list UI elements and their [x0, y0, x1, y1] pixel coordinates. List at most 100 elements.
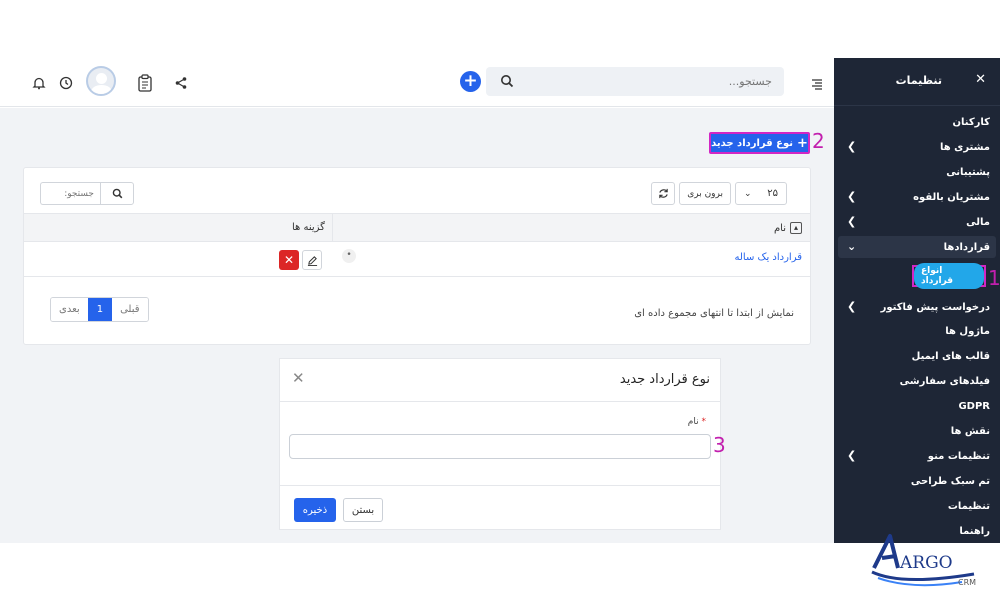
reload-button[interactable] [651, 182, 676, 205]
sidebar-item-label: مشتریان بالقوه [913, 191, 990, 203]
sidebar-item-label: قراردادها [943, 241, 990, 253]
modal-title: نوع قرارداد جدید [619, 372, 710, 387]
logo-text: ARGO [899, 553, 953, 573]
sidebar-item-gdpr[interactable]: GDPR [838, 395, 996, 417]
sidebar-item-modules[interactable]: ماژول ها [838, 320, 996, 342]
annotation-3: 3 [713, 433, 726, 457]
sidebar-item-label: تنظیمات منو [927, 450, 990, 462]
sidebar-item-contracts[interactable]: قراردادها ⌄ [838, 236, 996, 258]
sidebar-item-settings[interactable]: تنظیمات [838, 495, 996, 517]
divider [280, 485, 720, 486]
table-search-input[interactable] [40, 182, 100, 205]
table-toolbar: برون بری ⌄ ۲۵ [651, 182, 787, 205]
sidebar-subitem-label: انواع قرارداد [914, 263, 984, 289]
sidebar-item-label: GDPR [958, 400, 990, 412]
sidebar-item-label: نقش ها [950, 425, 990, 437]
global-search [486, 67, 784, 96]
sidebar-item-label: ماژول ها [945, 325, 990, 337]
table-search [40, 182, 134, 205]
row-name-link[interactable]: قرارداد یک ساله [734, 252, 802, 263]
logo-subtext: CRM [958, 578, 976, 587]
table-header: ▴ نام گزینه ها [24, 213, 810, 242]
sidebar-item-support[interactable]: پشتیبانی [838, 161, 996, 183]
name-field[interactable] [289, 434, 711, 459]
sidebar-item-custom-fields[interactable]: فیلدهای سفارشی [838, 370, 996, 392]
search-input[interactable] [486, 67, 784, 96]
annotation-1: 1 [988, 266, 1000, 290]
sidebar-item-label: تنظیمات [947, 500, 990, 512]
chevron-down-icon: ⌄ [847, 240, 857, 253]
chevron-right-icon: ❯ [847, 449, 857, 462]
avatar[interactable] [86, 66, 116, 96]
chevron-right-icon: ❯ [847, 190, 857, 203]
share-icon[interactable] [170, 72, 192, 94]
sidebar-item-label: فیلدهای سفارشی [899, 375, 990, 387]
table-search-button[interactable] [100, 182, 134, 205]
sidebar-item-label: درخواست پیش فاکتور [880, 301, 990, 313]
settings-sidebar: ✕ تنظیمات کارکنان مشتری ها ❯ پشتیبانی مشت… [834, 58, 1000, 543]
chevron-right-icon: ❯ [847, 140, 857, 153]
search-icon [112, 188, 122, 199]
edit-button[interactable] [302, 250, 322, 270]
contract-types-table-card: برون بری ⌄ ۲۵ ▴ نام گزینه ها قرارداد یک … [23, 167, 811, 345]
close-icon[interactable]: ✕ [975, 72, 986, 87]
sidebar-item-label: پشتیبانی [946, 166, 990, 178]
new-contract-type-modal: نوع قرارداد جدید ✕ * نام بستن ذخیره [279, 358, 721, 530]
refresh-icon [658, 188, 668, 199]
menu-toggle-icon[interactable] [811, 75, 823, 94]
page-size-select[interactable]: ⌄ ۲۵ [735, 182, 787, 205]
sidebar-item-estimate-requests[interactable]: درخواست پیش فاکتور ❯ [838, 296, 996, 318]
plus-icon: + [797, 135, 808, 151]
save-button[interactable]: ذخیره [294, 498, 336, 522]
next-page-button[interactable]: بعدی [51, 298, 88, 321]
page-size-value: ۲۵ [767, 188, 778, 199]
chevron-down-icon: ⌄ [744, 188, 752, 199]
clipboard-icon[interactable] [134, 72, 156, 94]
sidebar-item-finance[interactable]: مالی ❯ [838, 211, 996, 233]
divider [280, 401, 720, 402]
sidebar-item-leads[interactable]: مشتریان بالقوه ❯ [838, 186, 996, 208]
chevron-right-icon: ❯ [847, 300, 857, 313]
sidebar-item-menu-settings[interactable]: تنظیمات منو ❯ [838, 445, 996, 467]
delete-button[interactable]: ✕ [279, 250, 299, 270]
sidebar-title: تنظیمات [895, 74, 942, 87]
new-contract-type-button[interactable]: + نوع قرارداد جدید [709, 132, 810, 154]
sidebar-item-staff[interactable]: کارکنان [838, 111, 996, 133]
annotation-2: 2 [812, 129, 825, 153]
close-icon[interactable]: ✕ [292, 369, 305, 387]
sidebar-header: ✕ تنظیمات [834, 58, 1000, 106]
new-contract-type-label: نوع قرارداد جدید [711, 137, 794, 149]
column-divider [332, 214, 333, 241]
sidebar-subitem-contract-types[interactable]: انواع قرارداد [912, 263, 986, 289]
sidebar-item-email-templates[interactable]: قالب های ایمیل [838, 345, 996, 367]
prev-page-button[interactable]: قبلی [112, 298, 148, 321]
name-field-label-text: نام [687, 417, 699, 427]
row-status-dot: • [342, 249, 356, 263]
search-icon[interactable] [500, 73, 514, 92]
bell-icon[interactable] [28, 72, 50, 94]
close-button[interactable]: بستن [343, 498, 383, 522]
column-options: گزینه ها [292, 222, 325, 233]
sidebar-item-label: قالب های ایمیل [911, 350, 990, 362]
quick-create-button[interactable]: + [460, 71, 481, 92]
export-button[interactable]: برون بری [679, 182, 731, 205]
sidebar-item-customers[interactable]: مشتری ها ❯ [838, 136, 996, 158]
top-header: + [0, 58, 834, 107]
edit-icon [307, 255, 317, 266]
column-name-label: نام [773, 222, 786, 234]
clock-icon[interactable] [55, 72, 77, 94]
table-row: قرارداد یک ساله • ✕ [24, 243, 810, 277]
sidebar-item-label: مشتری ها [939, 141, 990, 153]
chevron-right-icon: ❯ [847, 215, 857, 228]
required-mark: * [701, 417, 707, 427]
sort-caret-icon: ▴ [790, 222, 802, 234]
sidebar-item-label: کارکنان [952, 116, 990, 128]
current-page-button[interactable]: 1 [87, 298, 113, 321]
column-name[interactable]: ▴ نام [774, 222, 802, 234]
sidebar-item-theme-style[interactable]: تم سبک طراحی [838, 470, 996, 492]
table-info-text: نمایش از ابتدا تا انتهای مجموع داده ای [634, 308, 794, 319]
pagination: بعدی 1 قبلی [50, 297, 149, 322]
sidebar-item-roles[interactable]: نقش ها [838, 420, 996, 442]
argo-crm-logo: ARGO CRM [862, 528, 982, 594]
sidebar-item-label: تم سبک طراحی [910, 475, 990, 487]
